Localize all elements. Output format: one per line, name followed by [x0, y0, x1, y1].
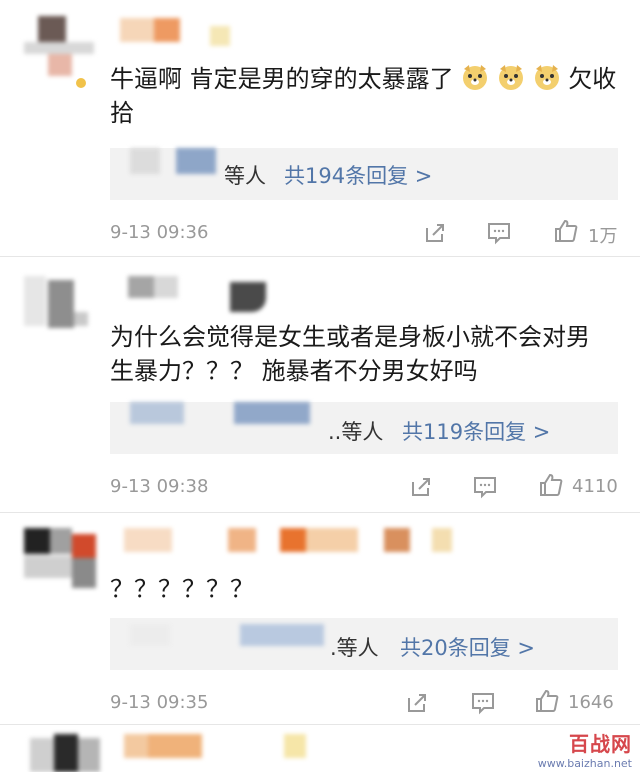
username[interactable] — [124, 734, 344, 764]
comment-item: ？？？？？？ .等人 共20条回复 > 9-13 09:35 1646 — [0, 514, 640, 722]
comment-item: 牛逼啊 肯定是男的穿的太暴露了 欠收拾 等人 共194条回复 > 9-13 09… — [0, 0, 640, 250]
like-count: 1万 — [588, 226, 618, 247]
comment-time: 9-13 09:38 — [110, 476, 209, 497]
like-count: 4110 — [572, 476, 618, 497]
divider — [0, 512, 640, 513]
watermark-url: www.baizhan.net — [537, 757, 632, 770]
reply-count-link[interactable]: 共119条回复 > — [402, 416, 550, 446]
avatar[interactable] — [24, 528, 100, 592]
comment-text: ？？？？？？ — [110, 575, 254, 603]
share-icon[interactable] — [408, 474, 434, 500]
doge-emoji — [463, 65, 488, 90]
comment-text: 牛逼啊 肯定是男的穿的太暴露了 欠收拾 — [110, 65, 617, 127]
share-icon[interactable] — [422, 220, 448, 246]
avatar[interactable] — [24, 734, 104, 772]
reply-summary[interactable]: .等人 共20条回复 > — [110, 618, 618, 670]
comment-icon[interactable] — [486, 220, 512, 246]
reply-summary[interactable]: ..等人 共119条回复 > — [110, 402, 618, 454]
share-icon[interactable] — [404, 690, 430, 716]
reply-users: ..等人 — [328, 420, 384, 444]
comment-icon[interactable] — [470, 690, 496, 716]
avatar[interactable] — [24, 16, 94, 76]
comment-icon[interactable] — [472, 474, 498, 500]
thumbs-up-icon[interactable] — [553, 218, 579, 244]
divider — [0, 256, 640, 257]
like-count: 1646 — [568, 692, 614, 713]
username[interactable] — [126, 272, 276, 314]
thumbs-up-icon[interactable] — [538, 472, 564, 498]
reply-count-link[interactable]: 共194条回复 > — [284, 160, 432, 190]
avatar[interactable] — [24, 272, 94, 332]
moon-icon — [76, 78, 86, 88]
reply-users: .等人 — [330, 636, 379, 660]
reply-count-link[interactable]: 共20条回复 > — [400, 632, 535, 662]
username[interactable] — [124, 528, 464, 558]
comment-time: 9-13 09:35 — [110, 692, 209, 713]
reply-users: 等人 — [224, 164, 266, 188]
username[interactable] — [120, 16, 240, 46]
comment-text: 为什么会觉得是女生或者是身板小就不会对男生暴力？？？ 施暴者不分男女好吗 — [110, 323, 590, 385]
thumbs-up-icon[interactable] — [534, 688, 560, 714]
doge-emoji — [534, 65, 559, 90]
comment-item: 为什么会觉得是女生或者是身板小就不会对男生暴力？？？ 施暴者不分男女好吗 ..等… — [0, 258, 640, 510]
watermark-logo: 百战网 — [569, 732, 632, 756]
divider — [0, 724, 640, 725]
watermark: 百战网 www.baizhan.net — [538, 728, 632, 770]
doge-emoji — [498, 65, 523, 90]
reply-summary[interactable]: 等人 共194条回复 > — [110, 148, 618, 200]
comment-time: 9-13 09:36 — [110, 222, 209, 243]
